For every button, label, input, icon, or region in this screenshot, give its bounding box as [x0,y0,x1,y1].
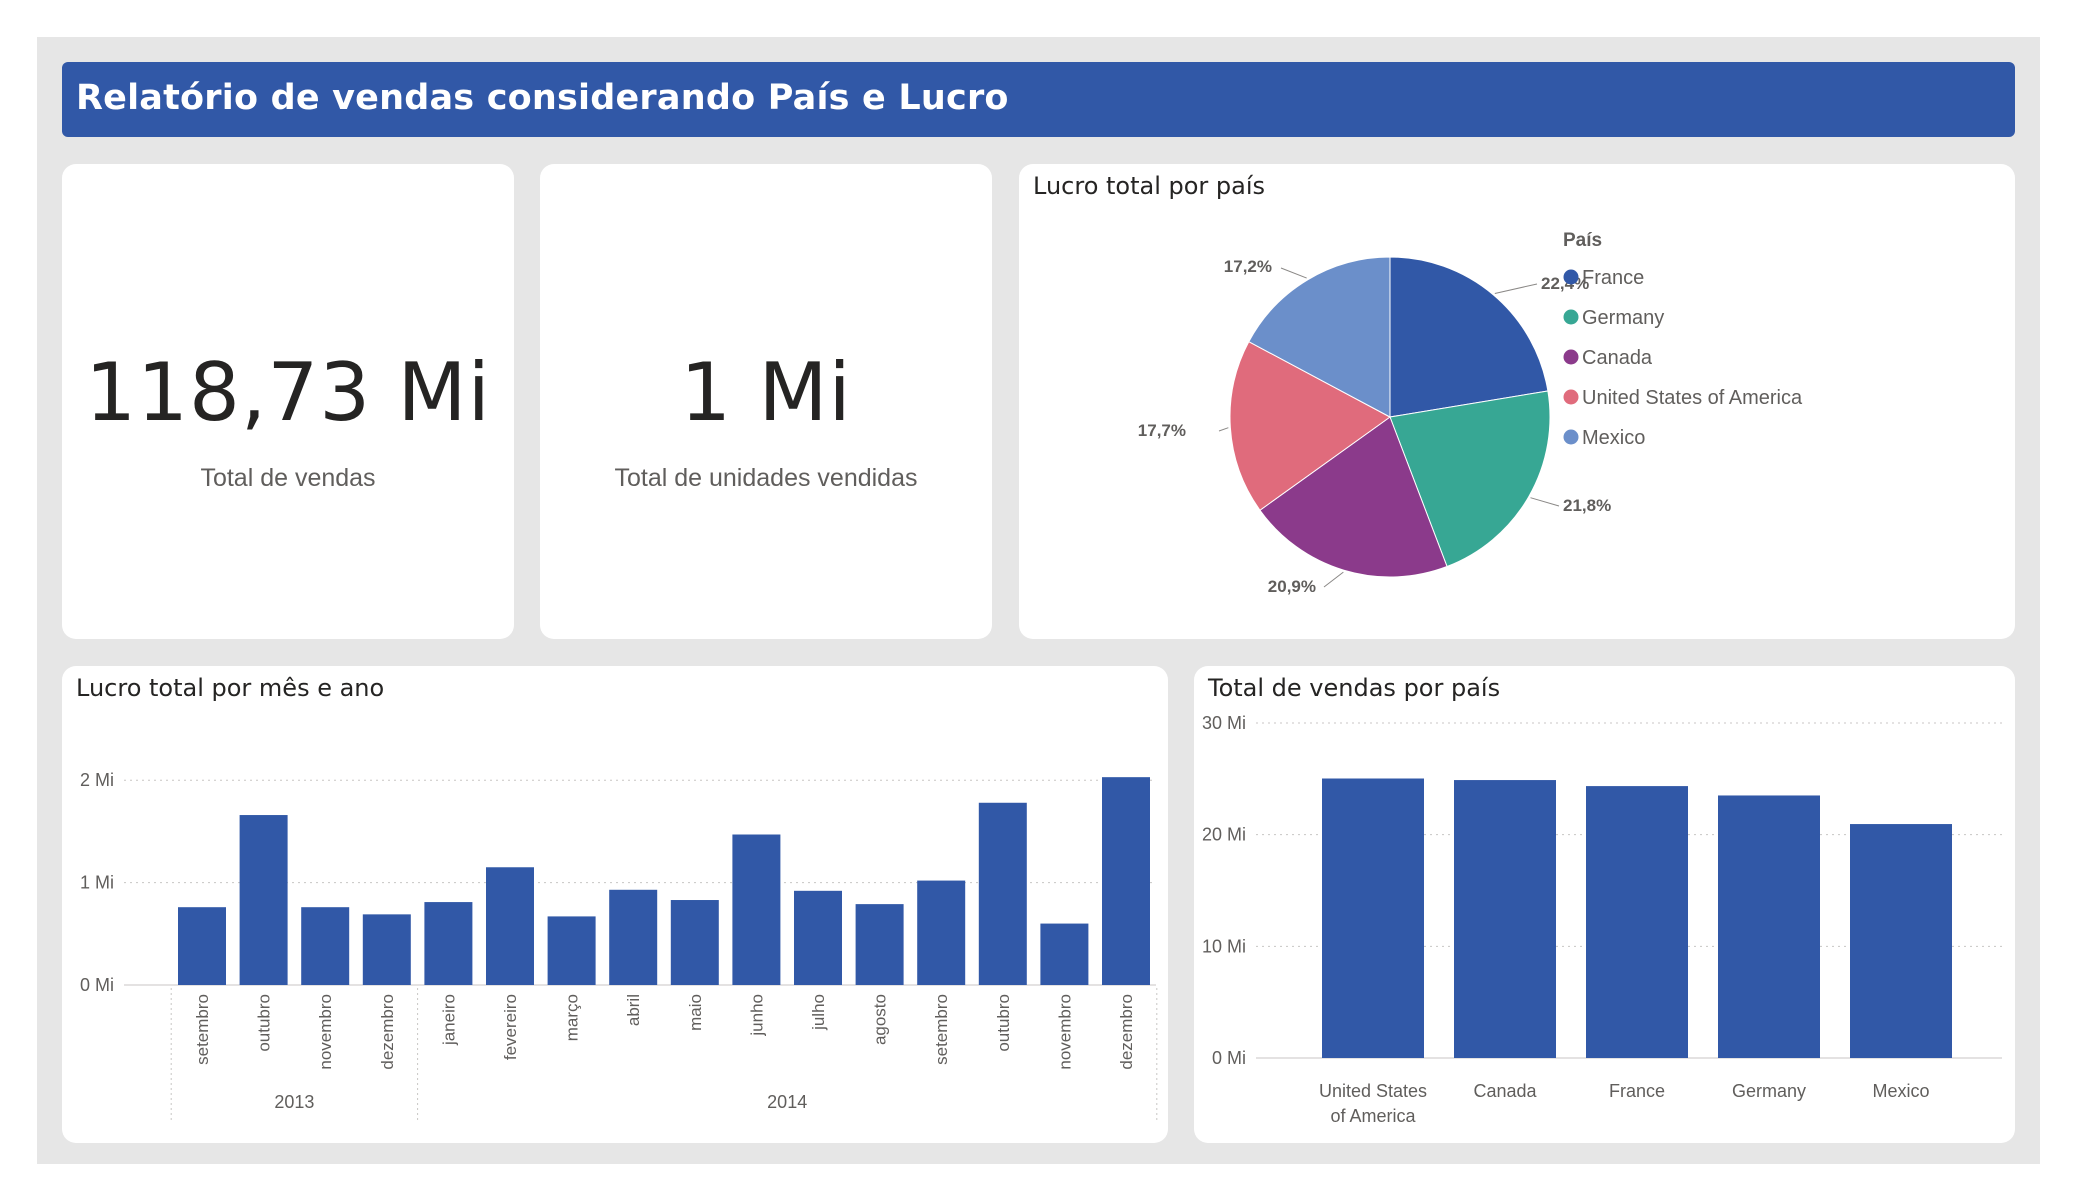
y-axis-tick-label: 20 Mi [1202,825,1246,845]
bar-country [1454,780,1556,1058]
pie-data-label: 20,9% [1268,577,1316,596]
pie-legend-marker [1563,309,1579,325]
pie-legend-item: Germany [1582,307,1664,329]
pie-data-label: 17,7% [1138,421,1186,440]
x-axis-tick-label: janeiro [439,994,458,1046]
pie-legend-item: France [1582,267,1644,289]
x-axis-tick-label: Germany [1732,1081,1806,1101]
pie-chart-card[interactable]: Lucro total por país 22,4% 21,8% 20,9% 17,7… [1019,164,2015,639]
bar-abril [609,889,658,985]
x-axis-tick-label: setembro [193,994,212,1065]
pie-legend-marker [1563,389,1579,405]
pie-leader-line [1280,267,1307,279]
pie-leader-line [1218,427,1229,432]
x-axis-tick-label: Mexico [1872,1081,1929,1101]
bar-fevereiro [486,867,534,985]
report-header: Relatório de vendas considerando País e … [62,62,2015,137]
pie-leader-line [1530,497,1560,507]
x-axis-tick-label: novembro [1055,994,1074,1070]
y-axis-tick-label: 0 Mi [1212,1048,1246,1068]
pie-data-label: 17,2% [1224,257,1272,276]
bar-novembro [301,907,350,985]
x-axis-tick-label: United States [1319,1081,1427,1101]
kpi-total-units-value: 1 Mi [680,346,852,439]
bar-janeiro [424,902,473,985]
pie-legend-item: Mexico [1582,427,1645,449]
x-axis-tick-label: junho [747,994,766,1037]
y-axis-tick-label: 30 Mi [1202,713,1246,733]
bar-novembro [1040,923,1089,985]
bar-setembro [917,880,966,985]
pie-chart[interactable]: 22,4%21,8%20,9%17,7%17,2%PaísFranceGerma… [1019,164,2015,639]
bar-junho [732,834,781,985]
x-axis-group-label: 2014 [767,1092,807,1112]
pie-data-label: 21,8% [1563,496,1611,515]
kpi-total-sales-value: 118,73 Mi [85,346,491,439]
bar-dezembro [362,914,411,985]
sales-by-country-card[interactable]: Total de vendas por país 0 Mi 10 Mi 20 Mi 3… [1194,666,2015,1143]
monthly-profit-card[interactable]: Lucro total por mês e ano 0 Mi 1 Mi 2 Mi se… [62,666,1168,1143]
bar-country [1586,786,1688,1058]
page-title: Relatório de vendas considerando País e … [76,78,1009,118]
pie-leader-line [1494,283,1538,294]
x-axis-tick-label: fevereiro [501,994,520,1060]
y-axis-tick-label: 2 Mi [80,770,114,790]
pie-legend-title: País [1563,230,1602,251]
x-axis-tick-label: dezembro [1117,994,1136,1070]
x-axis-tick-label: novembro [316,994,335,1070]
x-axis-tick-label: France [1609,1081,1665,1101]
x-axis-tick-label: abril [624,994,643,1026]
bar-outubro [239,815,288,985]
pie-legend-item: Canada [1582,347,1653,369]
x-axis-tick-label: dezembro [378,994,397,1070]
x-axis-tick-label: março [563,994,582,1041]
y-axis-tick-label: 10 Mi [1202,936,1246,956]
bar-dezembro [1102,777,1150,985]
sales-by-country-chart[interactable]: 0 Mi 10 Mi 20 Mi 30 Mi United States of Ameri… [1194,666,2015,1143]
pie-legend-item: United States of America [1582,387,1803,409]
x-axis-tick-label: julho [809,994,828,1031]
bar-setembro [178,907,226,985]
bar-maio [670,900,719,985]
x-axis-tick-label: outubro [255,994,274,1052]
x-axis-tick-label: of America [1330,1106,1416,1126]
y-axis-tick-label: 1 Mi [80,873,114,893]
bar-março [547,916,596,985]
x-axis-tick-label: Canada [1473,1081,1537,1101]
x-axis-tick-label: outubro [994,994,1013,1052]
x-axis-tick-label: agosto [871,994,890,1045]
x-axis-tick-label: maio [686,994,705,1031]
pie-legend-marker [1563,349,1579,365]
pie-legend-marker [1563,429,1579,445]
bar-country [1718,795,1820,1058]
bar-country [1850,824,1952,1058]
bar-outubro [978,802,1027,985]
monthly-profit-chart[interactable]: 0 Mi 1 Mi 2 Mi setembro outubro novembro dezem… [62,666,1168,1143]
kpi-card-total-units[interactable]: 1 Mi Total de unidades vendidas [540,164,992,639]
kpi-total-units-label: Total de unidades vendidas [614,464,918,492]
bar-agosto [855,904,904,985]
x-axis-tick-label: setembro [932,994,951,1065]
y-axis-tick-label: 0 Mi [80,975,114,995]
bar-country [1322,778,1424,1058]
pie-slice-france [1389,256,1549,418]
pie-leader-line [1323,571,1344,588]
kpi-card-total-sales[interactable]: 118,73 Mi Total de vendas [62,164,514,639]
kpi-total-sales-label: Total de vendas [200,464,376,492]
bar-julho [794,890,842,985]
x-axis-group-label: 2013 [274,1092,314,1112]
pie-legend-marker [1563,269,1579,285]
